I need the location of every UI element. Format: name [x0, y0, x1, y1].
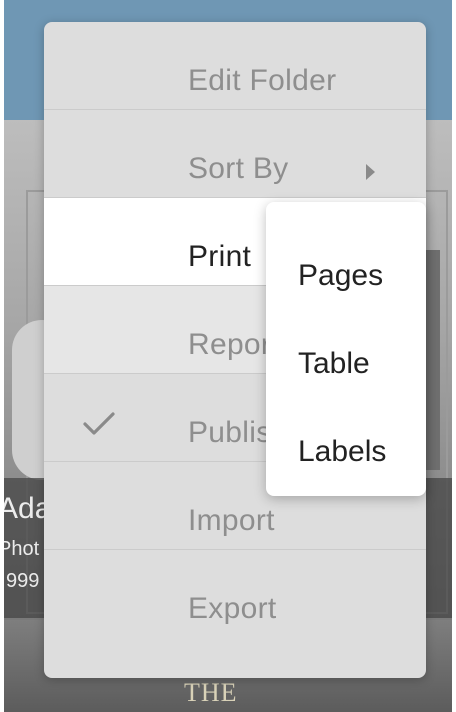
menu-item-label: Edit Folder [188, 64, 337, 97]
chevron-right-icon [366, 164, 375, 180]
submenu-item-labels[interactable]: Labels [266, 393, 426, 481]
menu-item-label: Print [188, 240, 252, 273]
check-icon [83, 412, 115, 435]
submenu-item-pages[interactable]: Pages [266, 217, 426, 305]
print-submenu: Pages Table Labels [266, 202, 426, 496]
submenu-item-table[interactable]: Table [266, 305, 426, 393]
book-title: THE [184, 678, 238, 707]
menu-item-edit-folder[interactable]: Edit Folder [44, 22, 426, 110]
caption-subtitle: Phot [4, 538, 40, 560]
submenu-item-label: Labels [298, 435, 387, 468]
menu-item-export[interactable]: Export [44, 550, 426, 638]
submenu-item-label: Table [298, 347, 370, 380]
menu-item-label: Import [188, 504, 275, 537]
caption-year: 999 [6, 570, 40, 592]
menu-item-label: Export [188, 592, 277, 625]
menu-item-label: Publis [188, 416, 272, 449]
menu-item-label: Repor [188, 328, 272, 361]
menu-item-sort-by[interactable]: Sort By [44, 110, 426, 198]
submenu-item-label: Pages [298, 259, 384, 292]
menu-item-label: Sort By [188, 152, 289, 185]
